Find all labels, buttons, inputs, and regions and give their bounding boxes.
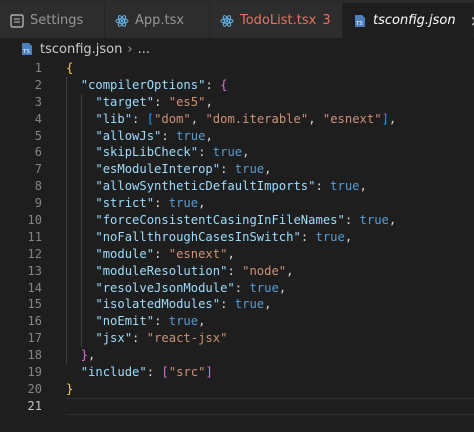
- tab-label: tsconfig.json: [373, 13, 456, 28]
- line-number: 9: [34, 196, 42, 211]
- code-line: "allowSyntheticDefaultImports": true,: [95, 179, 367, 194]
- code-line: "noFallthroughCasesInSwitch": true,: [95, 229, 353, 244]
- svg-text:TS: TS: [356, 21, 363, 27]
- line-number: 2: [34, 77, 42, 92]
- code-line: "isolatedModules": true,: [95, 297, 272, 312]
- react-icon: [220, 14, 234, 28]
- tab-todolist-tsx[interactable]: TodoList.tsx 3: [210, 3, 343, 38]
- code-line: "resolveJsonModule": true,: [95, 280, 287, 295]
- settings-file-icon: [10, 13, 24, 28]
- line-number: 13: [27, 263, 42, 278]
- code-editor[interactable]: 1 2 3 4 5 6 7 8 9 10 11 12 13 14 15 16 17 18 19 20 21 { "com…: [0, 60, 474, 432]
- code-line: {: [66, 61, 74, 75]
- close-icon[interactable]: ×: [470, 12, 474, 30]
- code-line: "module": "esnext",: [95, 246, 235, 261]
- line-number: 20: [27, 381, 42, 396]
- line-number: 7: [34, 162, 42, 177]
- chevron-right-icon: ›: [127, 41, 133, 57]
- code-line: "compilerOptions": {: [80, 77, 228, 92]
- code-line: "forceConsistentCasingInFileNames": true…: [95, 213, 397, 228]
- tab-label: App.tsx: [135, 13, 185, 28]
- breadcrumb-more[interactable]: ...: [138, 42, 150, 57]
- line-number: 21: [27, 398, 42, 413]
- line-number: 10: [27, 213, 42, 228]
- tab-app-tsx[interactable]: App.tsx: [105, 3, 210, 38]
- svg-text:TS: TS: [22, 49, 30, 55]
- code-line: "include": ["src"]: [80, 365, 213, 380]
- breadcrumb-file[interactable]: tsconfig.json: [40, 42, 122, 57]
- code-line: "target": "es5",: [95, 94, 213, 109]
- tab-tsconfig-json[interactable]: TS tsconfig.json ×: [343, 3, 474, 38]
- tab-label: TodoList.tsx: [240, 13, 317, 28]
- breadcrumb: TS tsconfig.json › ...: [0, 38, 474, 60]
- code-content[interactable]: { "compilerOptions": { "target": "es5", …: [66, 60, 474, 415]
- editor-tab-bar: Settings App.tsx TodoList.tsx 3 TS tscon…: [0, 3, 474, 38]
- ts-json-icon: TS: [20, 42, 34, 56]
- code-line: "noEmit": true,: [95, 314, 206, 329]
- line-number: 19: [27, 365, 42, 380]
- line-number: 5: [34, 128, 42, 143]
- line-number: 6: [34, 145, 42, 160]
- line-number: 17: [27, 331, 42, 346]
- line-number: 16: [27, 314, 42, 329]
- tab-settings[interactable]: Settings: [0, 3, 105, 38]
- code-line: "allowJs": true,: [95, 128, 213, 143]
- tab-label: Settings: [30, 13, 84, 28]
- code-line: }: [66, 381, 74, 396]
- code-line: "lib": ["dom", "dom.iterable", "esnext"]…: [95, 111, 397, 126]
- code-line: "skipLibCheck": true,: [95, 145, 250, 160]
- code-line: "jsx": "react-jsx": [95, 331, 228, 346]
- line-number: 8: [34, 179, 42, 194]
- line-number: 12: [27, 246, 42, 261]
- line-number: 11: [27, 229, 42, 244]
- line-number: 15: [27, 297, 42, 312]
- line-number-gutter: 1 2 3 4 5 6 7 8 9 10 11 12 13 14 15 16 17 18 19 20 21: [0, 60, 48, 415]
- line-number: 3: [34, 94, 42, 109]
- line-number: 1: [34, 61, 42, 75]
- problem-count-badge: 3: [322, 13, 331, 28]
- line-number: 4: [34, 111, 42, 126]
- code-line: "esModuleInterop": true,: [95, 162, 272, 177]
- code-line: "moduleResolution": "node",: [95, 263, 294, 278]
- line-number: 14: [27, 280, 42, 295]
- line-number: 18: [27, 348, 42, 363]
- code-line: "strict": true,: [95, 196, 206, 211]
- code-line: },: [80, 348, 96, 363]
- ts-json-icon: TS: [353, 14, 367, 28]
- react-icon: [115, 14, 129, 28]
